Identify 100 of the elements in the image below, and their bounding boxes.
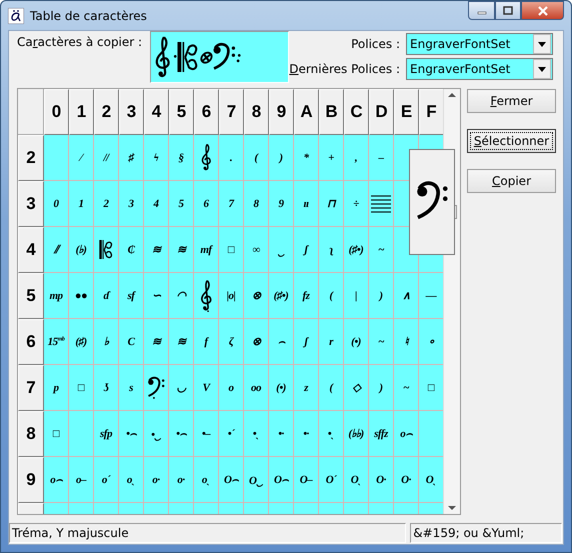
character-cell[interactable]: oˎ (194, 457, 219, 503)
character-cell[interactable]: ₵ (119, 227, 144, 273)
character-cell[interactable]: ‿ (269, 227, 294, 273)
character-cell[interactable]: 2 (94, 181, 119, 227)
character-cell[interactable] (419, 411, 444, 457)
character-cell[interactable]: (•) (344, 319, 369, 365)
font-dropdown[interactable]: EngraverFontSet (406, 58, 553, 80)
character-cell[interactable]: ⌢ (269, 319, 294, 365)
character-cell[interactable] (94, 227, 119, 273)
character-cell[interactable]: □ (219, 227, 244, 273)
character-cell[interactable]: (♭♭) (344, 411, 369, 457)
font-dropdown[interactable]: EngraverFontSet (406, 33, 553, 55)
character-cell[interactable]: ⫽ (44, 227, 69, 273)
character-cell[interactable]: •· (294, 411, 319, 457)
character-cell[interactable]: sf (119, 273, 144, 319)
character-cell[interactable]: o´ (94, 457, 119, 503)
character-cell[interactable]: ●● (69, 273, 94, 319)
character-cell[interactable]: 4 (144, 181, 169, 227)
character-cell[interactable]: ʃ (294, 319, 319, 365)
character-cell[interactable]: O´ (319, 457, 344, 503)
character-cell[interactable]: ( (319, 365, 344, 411)
character-cell[interactable]: 15$^{mb}$ (44, 319, 69, 365)
character-cell[interactable]: oˎ (119, 457, 144, 503)
character-cell[interactable]: •ˎ (319, 411, 344, 457)
character-cell[interactable]: ≋ (144, 227, 169, 273)
character-cell[interactable]: (•) (269, 365, 294, 411)
character-cell[interactable]: O· (369, 457, 394, 503)
character-cell[interactable]: •´ (219, 411, 244, 457)
character-cell[interactable]: Oˎ (419, 457, 444, 503)
character-cell[interactable]: 0 (44, 181, 69, 227)
character-cell[interactable]: •ˎ (244, 411, 269, 457)
character-cell[interactable]: s (119, 365, 144, 411)
character-cell[interactable]: mf (194, 227, 219, 273)
character-cell[interactable]: sffz (369, 411, 394, 457)
minimize-button[interactable] (468, 1, 495, 20)
character-cell[interactable]: 9 (269, 181, 294, 227)
character-cell[interactable]: ( (244, 135, 269, 181)
character-cell[interactable]: ⊗ (244, 273, 269, 319)
character-cell[interactable]: Oˎ (344, 457, 369, 503)
character-cell[interactable]: ∽ (144, 273, 169, 319)
character-cell[interactable]: ıı (294, 181, 319, 227)
character-cell[interactable]: o· (144, 457, 169, 503)
character-cell[interactable]: z (294, 365, 319, 411)
character-cell[interactable]: sfp (94, 411, 119, 457)
character-cell[interactable]: ♭ (94, 319, 119, 365)
character-cell[interactable]: □ (419, 365, 444, 411)
character-cell[interactable]: 5 (169, 181, 194, 227)
character-cell[interactable]: p (44, 365, 69, 411)
character-cell[interactable]: 6 (194, 181, 219, 227)
character-cell[interactable]: ♮ (394, 319, 419, 365)
character-cell[interactable]: ⊗ (244, 319, 269, 365)
character-cell[interactable]: ∘ (419, 319, 444, 365)
character-cell[interactable] (69, 411, 94, 457)
character-cell[interactable]: o– (69, 457, 94, 503)
character-cell[interactable]: ʖ (94, 365, 119, 411)
character-cell[interactable]: 1 (69, 181, 94, 227)
character-cell[interactable] (194, 135, 219, 181)
character-cell[interactable]: ⁄ (69, 135, 94, 181)
character-cell[interactable]: ( (319, 273, 344, 319)
character-cell[interactable]: ʅ (319, 227, 344, 273)
character-cell[interactable]: o⌢ (44, 457, 69, 503)
character-cell[interactable]: O– (294, 457, 319, 503)
character-cell[interactable]: O⌢ (269, 457, 294, 503)
character-cell[interactable]: // (94, 135, 119, 181)
character-cell[interactable]: O‿ (244, 457, 269, 503)
character-cell[interactable]: V (194, 365, 219, 411)
character-cell[interactable]: (♯) (69, 319, 94, 365)
maximize-button[interactable] (495, 1, 521, 20)
close-button[interactable] (521, 1, 564, 20)
character-cell[interactable]: oo (244, 365, 269, 411)
dialog-button[interactable]: Sélectionner (467, 129, 556, 153)
dialog-button[interactable]: Fermer (467, 89, 556, 113)
character-cell[interactable]: o⌢ (394, 411, 419, 457)
character-cell[interactable]: 8 (244, 181, 269, 227)
character-cell[interactable]: ɗ (94, 273, 119, 319)
character-cell[interactable]: ≋ (144, 319, 169, 365)
character-cell[interactable]: ~ (369, 227, 394, 273)
character-cell[interactable]: ∞ (244, 227, 269, 273)
character-cell[interactable] (144, 365, 169, 411)
character-cell[interactable]: mp (44, 273, 69, 319)
character-cell[interactable]: o (219, 365, 244, 411)
character-cell[interactable] (369, 181, 394, 227)
character-cell[interactable]: — (419, 273, 444, 319)
character-cell[interactable]: ) (269, 135, 294, 181)
character-cell[interactable]: 3 (119, 181, 144, 227)
character-cell[interactable]: o· (169, 457, 194, 503)
character-cell[interactable]: ) (369, 273, 394, 319)
copy-field[interactable]: · ⊗ : (150, 31, 290, 83)
character-cell[interactable]: 7 (219, 181, 244, 227)
character-cell[interactable]: fz (294, 273, 319, 319)
character-cell[interactable]: |o| (219, 273, 244, 319)
character-cell[interactable]: •‿ (144, 411, 169, 457)
character-cell[interactable]: ◡ (169, 365, 194, 411)
character-cell[interactable]: ≋ (169, 227, 194, 273)
character-cell[interactable]: (♭) (69, 227, 94, 273)
character-cell[interactable]: •· (269, 411, 294, 457)
character-cell[interactable]: ◇ (344, 365, 369, 411)
character-cell[interactable] (194, 273, 219, 319)
character-cell[interactable]: + (319, 135, 344, 181)
character-cell[interactable] (44, 135, 69, 181)
